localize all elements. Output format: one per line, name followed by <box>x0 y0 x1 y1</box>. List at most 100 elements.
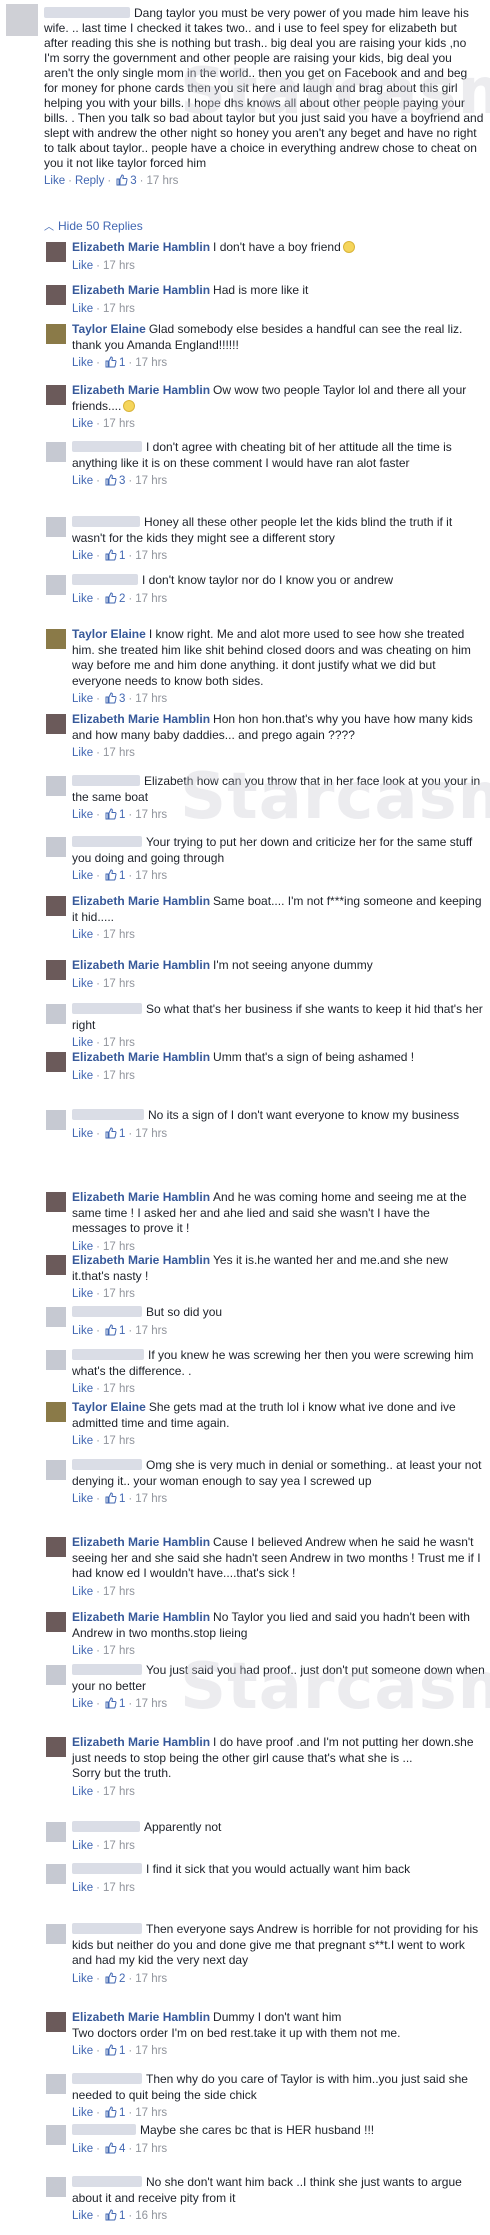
timestamp[interactable]: 17 hrs <box>103 418 135 430</box>
like-button[interactable]: Like <box>72 1493 93 1505</box>
timestamp[interactable]: 17 hrs <box>135 1128 167 1140</box>
timestamp[interactable]: 17 hrs <box>135 1698 167 1710</box>
avatar[interactable] <box>46 1402 66 1422</box>
like-button[interactable]: Like <box>72 978 93 990</box>
avatar[interactable] <box>46 1350 66 1370</box>
like-count[interactable]: 1 <box>119 870 125 882</box>
reply-author[interactable]: Elizabeth Marie Hamblin <box>72 958 210 972</box>
timestamp[interactable]: 17 hrs <box>103 1070 135 1082</box>
timestamp[interactable]: 17 hrs <box>135 550 167 562</box>
avatar[interactable] <box>46 324 66 344</box>
like-count[interactable]: 1 <box>119 1698 125 1710</box>
like-button[interactable]: Like <box>72 1288 93 1300</box>
like-button[interactable]: Like <box>72 870 93 882</box>
timestamp[interactable]: 17 hrs <box>135 2143 167 2155</box>
reply-author[interactable]: Elizabeth Marie Hamblin <box>72 1253 210 1267</box>
avatar[interactable] <box>46 242 66 262</box>
avatar[interactable] <box>46 837 66 857</box>
like-button[interactable]: Like <box>72 303 93 315</box>
like-button[interactable]: Like <box>72 929 93 941</box>
like-button[interactable]: Like <box>72 1586 93 1598</box>
avatar[interactable] <box>46 1537 66 1557</box>
like-count[interactable]: 2 <box>119 593 125 605</box>
reply-author[interactable]: Taylor Elaine <box>72 627 146 641</box>
timestamp[interactable]: 17 hrs <box>135 1493 167 1505</box>
timestamp[interactable]: 17 hrs <box>103 303 135 315</box>
avatar[interactable] <box>46 385 66 405</box>
like-count[interactable]: 1 <box>119 1493 125 1505</box>
like-button[interactable]: Like <box>72 809 93 821</box>
like-count[interactable]: 3 <box>119 693 125 705</box>
reply-author[interactable]: Elizabeth Marie Hamblin <box>72 894 210 908</box>
avatar[interactable] <box>46 1612 66 1632</box>
avatar[interactable] <box>46 1255 66 1275</box>
timestamp[interactable]: 17 hrs <box>135 870 167 882</box>
timestamp[interactable]: 17 hrs <box>103 1586 135 1598</box>
avatar[interactable] <box>46 1110 66 1130</box>
timestamp[interactable]: 17 hrs <box>103 1840 135 1852</box>
like-button[interactable]: Like <box>72 693 93 705</box>
like-button[interactable]: Like <box>72 418 93 430</box>
like-button[interactable]: Like <box>72 2210 93 2222</box>
reply-author[interactable]: Elizabeth Marie Hamblin <box>72 283 210 297</box>
avatar[interactable] <box>46 1864 66 1884</box>
timestamp[interactable]: 17 hrs <box>103 260 135 272</box>
reply-author[interactable]: Elizabeth Marie Hamblin <box>72 712 210 726</box>
like-button[interactable]: Like <box>72 2143 93 2155</box>
reply-author[interactable]: Taylor Elaine <box>72 322 146 336</box>
avatar[interactable] <box>46 1307 66 1327</box>
avatar[interactable] <box>46 2125 66 2145</box>
reply-author[interactable]: Elizabeth Marie Hamblin <box>72 2010 210 2024</box>
reply-author[interactable]: Elizabeth Marie Hamblin <box>72 1610 210 1624</box>
like-button[interactable]: Like <box>72 1645 93 1657</box>
reply-author[interactable]: Taylor Elaine <box>72 1400 146 1414</box>
like-button[interactable]: Like <box>72 1037 93 1049</box>
avatar[interactable] <box>46 629 66 649</box>
avatar[interactable] <box>46 776 66 796</box>
like-button[interactable]: Like <box>72 1128 93 1140</box>
avatar[interactable] <box>46 2074 66 2094</box>
like-button[interactable]: Like <box>72 1070 93 1082</box>
reply-author[interactable]: Elizabeth Marie Hamblin <box>72 1190 210 1204</box>
like-button[interactable]: Like <box>72 260 93 272</box>
like-count[interactable]: 1 <box>119 809 125 821</box>
avatar[interactable] <box>46 1665 66 1685</box>
like-button[interactable]: Like <box>72 1435 93 1447</box>
like-button[interactable]: Like <box>72 475 93 487</box>
avatar[interactable] <box>46 1924 66 1944</box>
like-count[interactable]: 3 <box>119 475 125 487</box>
like-button[interactable]: Like <box>72 593 93 605</box>
avatar[interactable] <box>46 285 66 305</box>
timestamp[interactable]: 17 hrs <box>135 693 167 705</box>
like-count[interactable]: 2 <box>119 1973 125 1985</box>
like-button[interactable]: Like <box>72 1882 93 1894</box>
like-button[interactable]: Like <box>72 747 93 759</box>
avatar[interactable] <box>46 960 66 980</box>
timestamp[interactable]: 17 hrs <box>103 929 135 941</box>
timestamp[interactable]: 17 hrs <box>103 1645 135 1657</box>
timestamp[interactable]: 17 hrs <box>103 747 135 759</box>
avatar[interactable] <box>46 575 66 595</box>
like-button[interactable]: Like <box>72 1973 93 1985</box>
avatar[interactable] <box>46 1004 66 1024</box>
like-count[interactable]: 4 <box>119 2143 125 2155</box>
like-count[interactable]: 1 <box>119 2107 125 2119</box>
like-button[interactable]: Like <box>72 1325 93 1337</box>
avatar[interactable] <box>46 1052 66 1072</box>
avatar[interactable] <box>46 2177 66 2197</box>
reply-author[interactable]: Elizabeth Marie Hamblin <box>72 1735 210 1749</box>
timestamp[interactable]: 17 hrs <box>103 1288 135 1300</box>
avatar[interactable] <box>46 517 66 537</box>
like-count[interactable]: 1 <box>119 2045 125 2057</box>
hide-replies-link[interactable]: ︿ Hide 50 Replies <box>44 218 143 234</box>
like-button[interactable]: Like <box>72 550 93 562</box>
like-button[interactable]: Like <box>44 175 65 187</box>
like-button[interactable]: Like <box>72 1241 93 1253</box>
like-button[interactable]: Like <box>72 1840 93 1852</box>
like-count[interactable]: 1 <box>119 2210 125 2222</box>
reply-author[interactable]: Elizabeth Marie Hamblin <box>72 1050 210 1064</box>
timestamp[interactable]: 17 hrs <box>103 1383 135 1395</box>
timestamp[interactable]: 17 hrs <box>135 1973 167 1985</box>
like-button[interactable]: Like <box>72 1698 93 1710</box>
timestamp[interactable]: 17 hrs <box>103 1435 135 1447</box>
